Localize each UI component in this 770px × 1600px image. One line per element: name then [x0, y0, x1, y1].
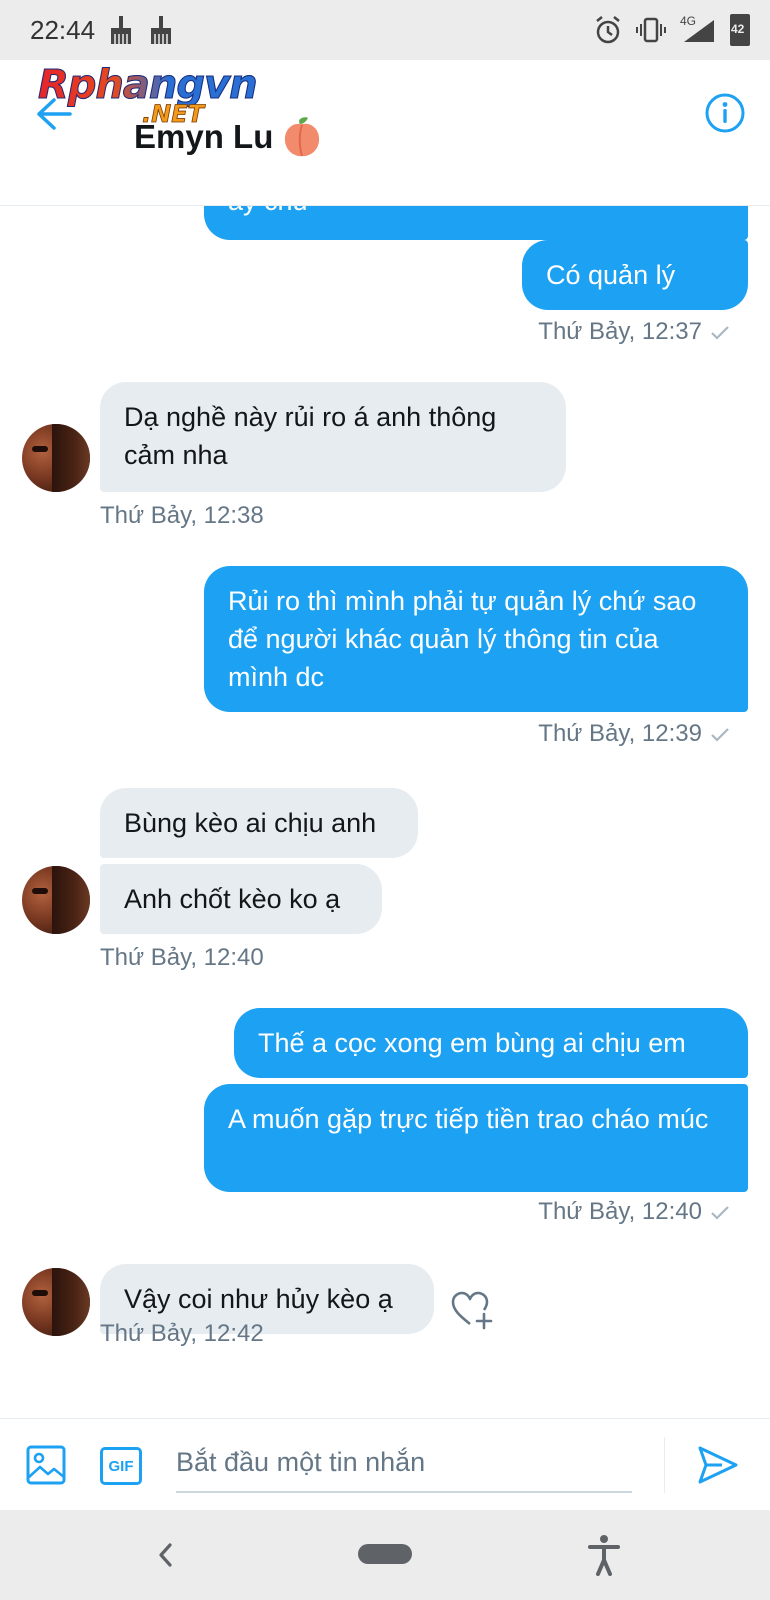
- image-icon[interactable]: [26, 1445, 66, 1485]
- sent-check-icon: [711, 1205, 729, 1220]
- timestamp-text: Thứ Bảy, 12:37: [538, 318, 702, 345]
- peach-icon: [284, 117, 320, 157]
- message-text: Rủi ro thì mình phải tự quản lý chứ sao …: [228, 586, 697, 692]
- contact-avatar[interactable]: [22, 866, 90, 934]
- send-icon[interactable]: [696, 1443, 740, 1487]
- message-text: Dạ nghề này rủi ro á anh thông cảm nha: [124, 402, 497, 470]
- broom-icon: [111, 16, 131, 44]
- timestamp-text: Thứ Bảy, 12:42: [100, 1320, 264, 1347]
- timestamp-text: Thứ Bảy, 12:40: [100, 944, 264, 971]
- message-timestamp: Thứ Bảy, 12:38: [100, 502, 264, 530]
- system-navigation-bar: [0, 1510, 770, 1600]
- signal-indicator: 4G: [680, 14, 716, 44]
- message-text: Anh chốt kèo ko ạ: [124, 884, 341, 914]
- like-heart-plus-icon[interactable]: [450, 1290, 494, 1330]
- message-bubble-incoming[interactable]: Anh chốt kèo ko ạ: [100, 864, 382, 934]
- status-time: 22:44: [30, 15, 96, 45]
- sent-check-icon: [711, 325, 729, 340]
- composer-divider: [664, 1437, 665, 1493]
- message-timestamp: Thứ Bảy, 12:42: [100, 1320, 264, 1348]
- nav-back-icon[interactable]: [152, 1538, 178, 1572]
- battery-level: 42: [731, 22, 745, 36]
- message-text: Bùng kèo ai chịu anh: [124, 808, 377, 838]
- message-input[interactable]: [176, 1433, 632, 1493]
- info-icon[interactable]: [704, 92, 746, 134]
- status-indicators: 4G 42: [594, 14, 750, 46]
- accessibility-icon[interactable]: [586, 1534, 622, 1576]
- message-bubble-outgoing[interactable]: A muốn gặp trực tiếp tiền trao cháo múc: [204, 1084, 748, 1192]
- signal-icon: [684, 20, 714, 42]
- contact-avatar[interactable]: [22, 424, 90, 492]
- gif-button[interactable]: GIF: [100, 1447, 142, 1485]
- message-composer: GIF: [0, 1418, 770, 1510]
- message-text: A muốn gặp trực tiếp tiền trao cháo múc: [228, 1104, 709, 1134]
- message-text: ấy chứ: [228, 206, 311, 220]
- message-list[interactable]: ấy chứ Có quản lý Thứ Bảy, 12:37 Dạ nghề…: [0, 206, 770, 1418]
- message-bubble-outgoing[interactable]: ấy chứ: [204, 206, 748, 240]
- message-bubble-outgoing[interactable]: Có quản lý: [522, 240, 748, 310]
- status-bar: 22:44 4G 42: [0, 0, 770, 60]
- timestamp-text: Thứ Bảy, 12:38: [100, 502, 264, 529]
- message-bubble-outgoing[interactable]: Thế a cọc xong em bùng ai chịu em: [234, 1008, 748, 1078]
- message-bubble-outgoing[interactable]: Rủi ro thì mình phải tự quản lý chứ sao …: [204, 566, 748, 712]
- alarm-icon: [596, 16, 620, 44]
- message-text: Vậy coi như hủy kèo ạ: [124, 1284, 393, 1314]
- message-bubble-incoming[interactable]: Bùng kèo ai chịu anh: [100, 788, 418, 858]
- timestamp-text: Thứ Bảy, 12:40: [538, 1198, 702, 1225]
- message-timestamp: Thứ Bảy, 12:39: [538, 720, 730, 748]
- contact-name[interactable]: Emyn Lu: [134, 118, 273, 156]
- message-timestamp: Thứ Bảy, 12:37: [538, 318, 730, 346]
- vibrate-icon: [636, 17, 666, 43]
- battery-icon: 42: [730, 14, 750, 46]
- message-timestamp: Thứ Bảy, 12:40: [100, 944, 264, 972]
- message-bubble-incoming[interactable]: Dạ nghề này rủi ro á anh thông cảm nha: [100, 382, 566, 492]
- gif-label: GIF: [108, 1457, 134, 1475]
- broom-icon: [151, 16, 171, 44]
- sent-check-icon: [711, 727, 729, 742]
- contact-avatar[interactable]: [22, 1268, 90, 1336]
- message-text: Thế a cọc xong em bùng ai chịu em: [258, 1028, 686, 1058]
- nav-home-pill[interactable]: [358, 1544, 412, 1564]
- message-text: Có quản lý: [546, 260, 676, 290]
- timestamp-text: Thứ Bảy, 12:39: [538, 720, 702, 747]
- message-timestamp: Thứ Bảy, 12:40: [538, 1198, 730, 1226]
